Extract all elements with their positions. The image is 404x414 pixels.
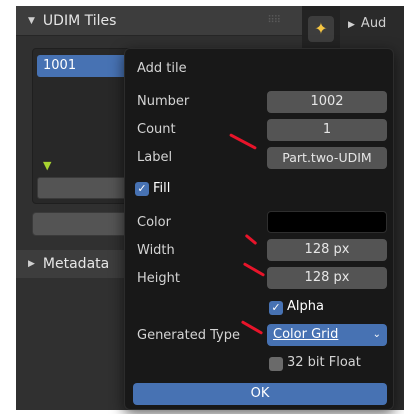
alpha-label[interactable]: Alpha	[287, 299, 324, 314]
generated-type-label: Generated Type	[137, 328, 240, 343]
width-field[interactable]: 128 px	[267, 239, 387, 261]
height-field[interactable]: 128 px	[267, 267, 387, 289]
number-label: Number	[137, 94, 190, 109]
metadata-title: Metadata	[42, 256, 110, 272]
alpha-checkbox[interactable]: ✓	[269, 301, 283, 315]
render-tab-icon[interactable]: ✦	[308, 16, 334, 42]
properties-row-audio[interactable]: ▶ Aud	[348, 16, 386, 31]
label-label: Label	[137, 150, 173, 165]
label-field[interactable]: Part.two-UDIM	[267, 147, 387, 169]
height-label: Height	[137, 271, 180, 286]
ok-button[interactable]: OK	[133, 383, 387, 405]
udim-tiles-header[interactable]: ▼ UDIM Tiles	[16, 6, 302, 36]
color-swatch-field[interactable]	[267, 211, 387, 233]
color-label: Color	[137, 215, 171, 230]
count-field[interactable]: 1	[267, 119, 387, 141]
float-checkbox[interactable]	[269, 357, 283, 371]
number-field[interactable]: 1002	[267, 91, 387, 113]
collapse-triangle-icon[interactable]: ▼	[28, 16, 35, 26]
generated-type-dropdown[interactable]: Color Grid ⌄	[267, 324, 387, 346]
fill-checkbox[interactable]: ✓	[135, 182, 149, 196]
expand-triangle-icon: ▶	[348, 20, 355, 30]
udim-tiles-title: UDIM Tiles	[42, 12, 117, 29]
dialog-title: Add tile	[137, 61, 187, 76]
float-label[interactable]: 32 bit Float	[287, 355, 361, 370]
generated-type-value: Color Grid	[273, 327, 339, 342]
fill-label[interactable]: Fill	[153, 181, 170, 196]
list-resize-handle-icon[interactable]: ▼	[43, 159, 51, 172]
count-label: Count	[137, 122, 176, 137]
width-label: Width	[137, 243, 175, 258]
properties-row-label: Aud	[360, 16, 387, 31]
add-tile-dialog: Add tile Number 1002 Count 1 Label Part.…	[124, 48, 394, 410]
chevron-down-icon: ⌄	[372, 329, 381, 340]
expand-triangle-icon[interactable]: ▶	[28, 259, 35, 269]
drag-handle-icon[interactable]: ⠿⠿	[267, 15, 281, 26]
